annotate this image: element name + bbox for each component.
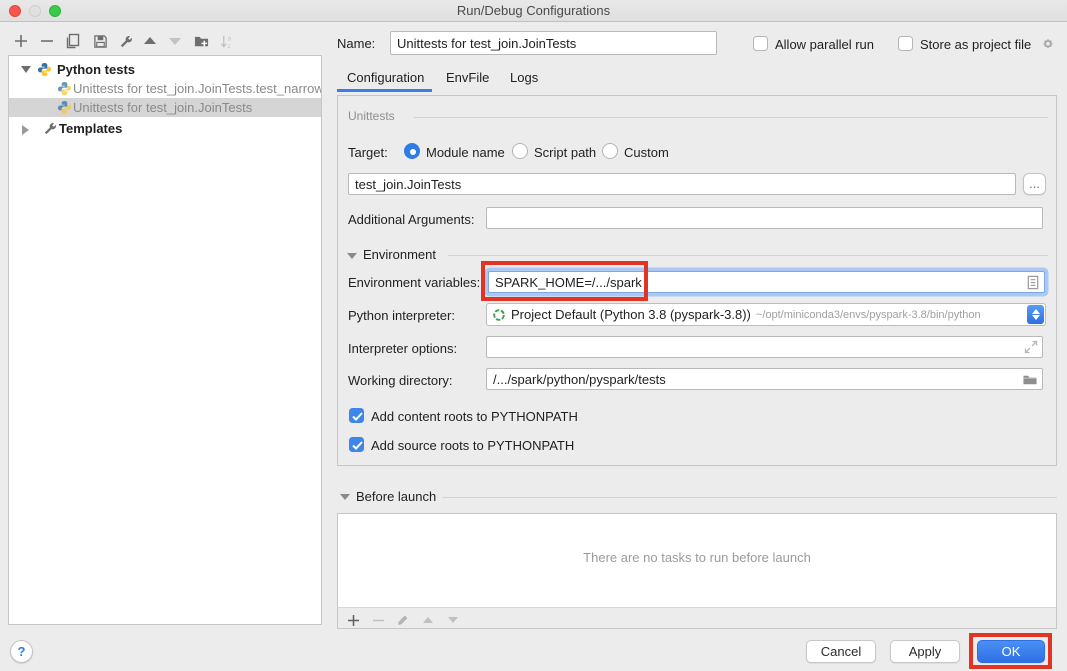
python-interpreter-path: ~/opt/miniconda3/envs/pyspark-3.8/bin/py… — [756, 309, 981, 321]
configurations-tree: Python tests Unittests for test_join.Joi… — [8, 55, 322, 625]
add-content-roots-label: Add content roots to PYTHONPATH — [371, 409, 578, 424]
edit-templates-button[interactable] — [117, 32, 135, 50]
wrench-icon — [43, 121, 58, 136]
tree-item-python-tests[interactable]: Python tests — [9, 60, 321, 79]
before-launch-empty-text: There are no tasks to run before launch — [338, 550, 1056, 565]
name-label: Name: — [337, 36, 375, 51]
working-directory-label: Working directory: — [348, 373, 453, 388]
python-interpreter-label: Python interpreter: — [348, 308, 455, 323]
edit-task-button — [394, 611, 412, 629]
tab-configuration[interactable]: Configuration — [347, 70, 424, 85]
tab-envfile[interactable]: EnvFile — [446, 70, 489, 85]
add-source-roots-checkbox[interactable] — [349, 437, 364, 452]
tree-item-label: Templates — [59, 119, 122, 138]
remove-task-button — [369, 611, 387, 629]
interpreter-options-label: Interpreter options: — [348, 341, 457, 356]
save-configuration-button[interactable] — [91, 32, 109, 50]
python-icon — [37, 62, 52, 77]
additional-arguments-input[interactable] — [486, 207, 1043, 229]
target-custom-label: Custom — [624, 145, 669, 160]
apply-button[interactable]: Apply — [890, 640, 960, 663]
python-interpreter-value: Project Default (Python 3.8 (pyspark-3.8… — [511, 307, 751, 322]
additional-arguments-label: Additional Arguments: — [348, 212, 474, 227]
target-script-path-label: Script path — [534, 145, 596, 160]
tree-item-templates[interactable]: Templates — [9, 119, 321, 138]
allow-parallel-run-label: Allow parallel run — [775, 37, 874, 52]
select-arrows-icon[interactable] — [1027, 305, 1044, 324]
cancel-button[interactable]: Cancel — [806, 640, 876, 663]
store-as-project-file-checkbox[interactable] — [898, 36, 913, 51]
copy-configuration-button[interactable] — [64, 32, 82, 50]
working-directory-input[interactable] — [486, 368, 1043, 390]
expand-icon[interactable] — [22, 125, 29, 135]
move-up-button[interactable] — [141, 32, 159, 50]
active-tab-indicator — [337, 89, 432, 92]
target-custom-radio[interactable] — [602, 143, 618, 159]
collapse-icon[interactable] — [21, 66, 31, 73]
before-launch-label: Before launch — [356, 489, 436, 504]
tab-logs[interactable]: Logs — [510, 70, 538, 85]
title-bar: Run/Debug Configurations — [0, 0, 1067, 22]
name-input[interactable] — [390, 31, 717, 55]
collapse-environment-icon[interactable] — [347, 253, 357, 259]
tree-item-label: Unittests for test_join.JoinTests.test_n… — [73, 79, 321, 98]
tree-item-unittest-narrow[interactable]: Unittests for test_join.JoinTests.test_n… — [9, 79, 321, 98]
tree-item-unittest-jointests[interactable]: Unittests for test_join.JoinTests — [9, 98, 321, 117]
before-launch-task-list: There are no tasks to run before launch — [337, 513, 1057, 607]
edit-variables-icon[interactable] — [1026, 275, 1040, 290]
remove-configuration-button[interactable] — [38, 32, 56, 50]
help-button[interactable]: ? — [10, 640, 33, 663]
unittests-group-label: Unittests — [348, 109, 395, 123]
gear-icon[interactable] — [1040, 36, 1056, 52]
browse-module-button[interactable]: ... — [1023, 173, 1046, 195]
new-folder-button[interactable] — [192, 32, 210, 50]
environment-variables-label: Environment variables: — [348, 275, 480, 290]
environment-separator-line — [448, 255, 1048, 256]
store-as-project-file-label: Store as project file — [920, 37, 1031, 52]
move-down-button — [166, 32, 184, 50]
move-task-down-button — [444, 611, 462, 629]
before-launch-toolbar — [337, 607, 1057, 629]
configuration-panel: Unittests Target: Module name Script pat… — [337, 95, 1057, 466]
module-name-input[interactable] — [348, 173, 1016, 195]
browse-folder-icon[interactable] — [1022, 372, 1038, 387]
allow-parallel-run-checkbox[interactable] — [753, 36, 768, 51]
interpreter-options-input[interactable] — [486, 336, 1043, 358]
python-icon — [57, 100, 72, 115]
tree-item-label: Unittests for test_join.JoinTests — [73, 98, 252, 117]
target-label: Target: — [348, 145, 388, 160]
python-icon — [57, 81, 72, 96]
before-launch-separator-line — [442, 497, 1057, 498]
target-script-path-radio[interactable] — [512, 143, 528, 159]
ok-button[interactable]: OK — [977, 640, 1045, 663]
environment-variables-input[interactable] — [488, 271, 1045, 293]
group-separator-line — [414, 117, 1048, 118]
target-module-name-label: Module name — [426, 145, 505, 160]
target-module-name-radio[interactable] — [404, 143, 420, 159]
add-configuration-button[interactable] — [12, 32, 30, 50]
environment-section-label: Environment — [363, 247, 436, 262]
collapse-before-launch-icon[interactable] — [340, 494, 350, 500]
add-content-roots-checkbox[interactable] — [349, 408, 364, 423]
python-interpreter-select[interactable]: Project Default (Python 3.8 (pyspark-3.8… — [486, 303, 1046, 326]
sort-configurations-button — [218, 32, 236, 50]
add-task-button[interactable] — [344, 611, 362, 629]
add-source-roots-label: Add source roots to PYTHONPATH — [371, 438, 574, 453]
configurations-toolbar — [0, 28, 330, 54]
tree-item-label: Python tests — [57, 60, 135, 79]
move-task-up-button — [419, 611, 437, 629]
expand-field-icon[interactable] — [1024, 340, 1038, 354]
window-title: Run/Debug Configurations — [0, 3, 1067, 18]
conda-environment-icon — [492, 308, 506, 322]
